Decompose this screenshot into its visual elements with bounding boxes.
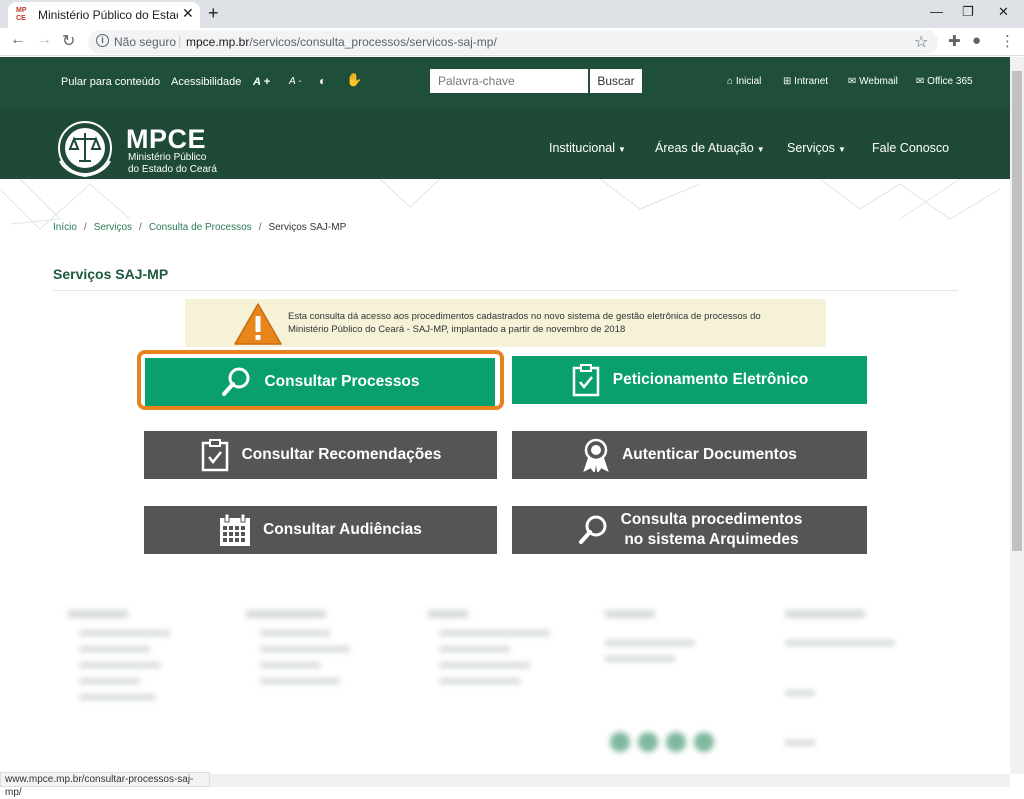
webmail-link[interactable]: ✉ Webmail xyxy=(848,76,898,87)
clipboard-check-icon xyxy=(571,363,601,397)
consultar-recomendacoes-button[interactable]: Consultar Recomendações xyxy=(144,431,497,479)
page-title: Serviços SAJ-MP xyxy=(53,266,169,282)
info-icon[interactable]: i xyxy=(96,34,109,47)
breadcrumb: Início / Serviços / Consulta de Processos / Se… xyxy=(53,222,347,233)
logo-name[interactable]: MPCE xyxy=(126,124,206,155)
caret-down-icon: ▼ xyxy=(756,145,765,154)
mail-icon: ✉ xyxy=(916,76,925,87)
menu-icon[interactable]: ⋮ xyxy=(1000,32,1015,50)
address-bar[interactable]: i Não seguro | mpce.mp.br/servicos/consu… xyxy=(88,30,938,54)
notice-box: Esta consulta dá acesso aos procedimento… xyxy=(185,299,826,347)
breadcrumb-current: Serviços SAJ-MP xyxy=(268,222,347,233)
sitemap-icon: ⊞ xyxy=(783,76,792,87)
nav-fale-conosco[interactable]: Fale Conosco xyxy=(872,141,949,155)
consultar-audiencias-button[interactable]: Consultar Audiências xyxy=(144,506,497,554)
breadcrumb-link[interactable]: Consulta de Processos xyxy=(149,222,252,233)
peticionamento-eletronico-button[interactable]: Peticionamento Eletrônico xyxy=(512,356,867,404)
plus-icon[interactable]: + xyxy=(208,3,219,24)
autenticar-documentos-button[interactable]: Autenticar Documentos xyxy=(512,431,867,479)
site-topbar: Pular para conteúdo Acessibilidade A + A… xyxy=(0,57,1010,107)
restore-icon[interactable]: ❐ xyxy=(962,4,974,20)
close-icon[interactable]: ✕ xyxy=(182,5,194,22)
clipboard-check-icon xyxy=(200,438,230,472)
calendar-icon xyxy=(219,513,251,547)
window-close-icon[interactable]: ✕ xyxy=(998,4,1009,20)
notice-text: Esta consulta dá acesso aos procedimento… xyxy=(288,311,761,335)
vertical-scrollbar[interactable] xyxy=(1010,57,1024,774)
search-icon xyxy=(220,366,252,398)
search-input[interactable] xyxy=(430,69,588,93)
reload-icon[interactable]: ↻ xyxy=(62,31,75,51)
warning-icon xyxy=(234,303,282,345)
skip-link[interactable]: Pular para conteúdo xyxy=(61,76,160,88)
minimize-icon[interactable]: — xyxy=(930,4,943,19)
search-button[interactable]: Buscar xyxy=(590,69,642,93)
security-label: Não seguro xyxy=(114,35,177,49)
contrast-icon[interactable]: ◐ xyxy=(319,74,326,88)
logo-subtitle: Ministério Público xyxy=(128,152,207,163)
browser-tabstrip: MP CE Ministério Público do Estado do ✕ … xyxy=(0,0,1024,28)
url-text: mpce.mp.br/servicos/consulta_processos/s… xyxy=(186,35,497,49)
logo-subtitle: do Estado do Ceará xyxy=(128,164,217,175)
font-decrease-button[interactable]: A - xyxy=(289,76,301,87)
browser-toolbar: ← → ↻ i Não seguro | mpce.mp.br/servicos… xyxy=(0,28,1024,56)
breadcrumb-link[interactable]: Início xyxy=(53,222,77,233)
home-link[interactable]: ⌂ Inicial xyxy=(727,76,761,87)
caret-down-icon: ▼ xyxy=(837,145,846,154)
libras-hand-icon[interactable]: ✋ xyxy=(346,72,362,88)
mail-icon: ✉ xyxy=(848,76,857,87)
site-header: MPCE Ministério Público do Estado do Cea… xyxy=(0,107,1010,179)
nav-areas-atuacao[interactable]: Áreas de Atuação ▼ xyxy=(655,141,765,155)
browser-tab[interactable]: MP CE Ministério Público do Estado do ✕ xyxy=(8,2,200,28)
consulta-arquimedes-button[interactable]: Consulta procedimentos no sistema Arquime… xyxy=(512,506,867,554)
favicon-icon: MP CE xyxy=(16,7,27,22)
logo-emblem-icon[interactable] xyxy=(52,117,122,179)
home-icon: ⌂ xyxy=(727,76,734,87)
font-increase-button[interactable]: A + xyxy=(253,76,270,88)
caret-down-icon: ▼ xyxy=(618,145,626,154)
breadcrumb-link[interactable]: Serviços xyxy=(94,222,132,233)
profile-icon[interactable]: ● xyxy=(972,32,981,49)
scroll-thumb[interactable] xyxy=(1012,71,1022,551)
accessibility-link[interactable]: Acessibilidade xyxy=(171,76,241,88)
divider xyxy=(53,290,958,291)
url-separator: | xyxy=(178,33,182,48)
nav-servicos[interactable]: Serviços ▼ xyxy=(787,141,846,155)
search-icon xyxy=(577,514,609,546)
star-icon[interactable]: ☆ xyxy=(914,32,928,52)
award-icon xyxy=(582,438,610,472)
forward-icon[interactable]: → xyxy=(36,31,52,49)
tab-title: Ministério Público do Estado do xyxy=(38,8,178,22)
horizontal-scrollbar[interactable] xyxy=(210,774,1010,787)
nav-institucional[interactable]: Institucional ▼ xyxy=(549,141,626,155)
intranet-link[interactable]: ⊞ Intranet xyxy=(783,76,828,87)
footer-blurred xyxy=(68,610,895,752)
status-bar-url: www.mpce.mp.br/consultar-processos-saj-m… xyxy=(0,772,210,798)
consultar-processos-button[interactable]: Consultar Processos xyxy=(145,358,495,406)
back-icon[interactable]: ← xyxy=(10,31,26,49)
office365-link[interactable]: ✉ Office 365 xyxy=(916,76,973,87)
extensions-icon[interactable]: ✚ xyxy=(948,32,961,50)
